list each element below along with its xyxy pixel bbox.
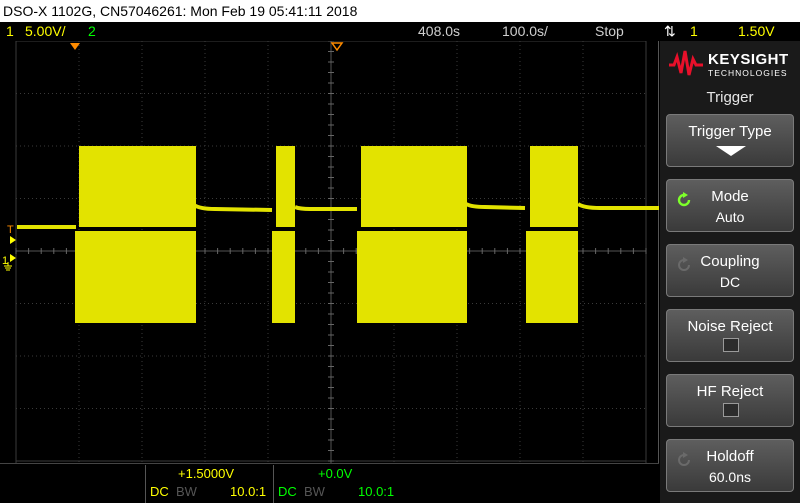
trigger-channel: 1 [690,23,698,39]
menu-title: Trigger [706,89,754,106]
ch1-info[interactable]: +1.5000V DC BW 10.0:1 [145,465,273,503]
window-title: DSO-X 1102G, CN57046261: Mon Feb 19 05:4… [0,0,800,22]
timebase-readout: 100.0s/ [502,23,548,39]
status-bar: 1 5.00V/ 2 408.0s 100.0s/ Stop ⇅ 1 1.50V [0,22,800,41]
softkey-label: Holdoff [706,448,754,465]
waveform-display[interactable]: T 1 [0,41,659,463]
softkey-trigger-type[interactable]: Trigger Type [666,114,794,167]
softkey-label: HF Reject [696,383,764,400]
ch2-coupling: DC [278,484,297,499]
noise-reject-checkbox[interactable] [723,338,739,352]
softkey-noise-reject[interactable]: Noise Reject [666,309,794,362]
ch2-info[interactable]: +0.0V DC BW 10.0:1 [273,465,401,503]
trigger-level-arrow-icon [10,236,16,244]
softkey-value: 60.0ns [708,469,752,485]
delay-readout: 408.0s [418,23,461,39]
trace-baseline [192,203,273,212]
ch1-ground-arrow-icon [10,254,16,262]
ch1-probe: 10.0:1 [230,484,267,499]
ch1-coupling: DC [150,484,169,499]
brand-name: KEYSIGHT [708,51,789,68]
trigger-edge-icon: ⇅ [664,23,676,39]
softkey-value: DC [719,274,741,290]
brand-sub: TECHNOLOGIES [708,68,788,78]
keysight-wave-icon [669,50,703,76]
ch1-offset: +1.5000V [178,466,235,481]
ch1-scale[interactable]: 5.00V/ [25,22,65,41]
trace-burst [361,216,467,227]
softkey-coupling[interactable]: Coupling DC [666,244,794,297]
delay-marker-icon [70,43,80,50]
trace-burst [361,146,467,221]
trace-burst [530,216,578,227]
trace-burst [276,146,295,221]
dropdown-arrow-icon [716,146,746,156]
softkey-label: Noise Reject [687,318,773,335]
trace-burst [79,146,196,221]
ch2-number[interactable]: 2 [88,22,96,41]
ch1-trace [17,146,659,323]
run-state: Stop [595,23,624,39]
softkey-mode[interactable]: Mode Auto [666,179,794,232]
trace-burst [272,231,295,323]
trace-baseline [465,202,526,210]
trace-burst [79,216,196,227]
softkey-label: Trigger Type [688,123,772,140]
trace-burst [526,231,578,323]
waveform-svg: T 1 [2,41,659,463]
trigger-position-icon [330,42,344,52]
trigger-level: 1.50V [738,23,775,39]
softkey-label: Mode [711,188,749,205]
trace-baseline [294,205,357,211]
ch1-ground-marker: 1 [2,255,8,267]
ch2-bw: BW [304,484,325,499]
trace-burst [276,216,295,227]
trigger-level-marker: T [7,224,14,236]
trace-baseline [576,202,659,210]
ch1-bw: BW [176,484,197,499]
softkey-label: Coupling [700,253,760,270]
channel-info-bar: +1.5000V DC BW 10.0:1 +0.0V DC BW 10.0:1 [0,463,659,503]
hf-reject-checkbox[interactable] [723,403,739,417]
ch1-number[interactable]: 1 [6,22,14,41]
keysight-logo: KEYSIGHT TECHNOLOGIES [660,41,800,85]
trace-burst [530,146,578,221]
softkey-hf-reject[interactable]: HF Reject [666,374,794,427]
ch2-probe: 10.0:1 [358,484,395,499]
trace-burst [75,231,196,323]
softkey-panel: KEYSIGHT TECHNOLOGIES Trigger Trigger Ty… [660,41,800,503]
softkey-holdoff[interactable]: Holdoff 60.0ns [666,439,794,492]
softkey-value: Auto [715,209,745,225]
trace-burst [357,231,467,323]
ch2-offset: +0.0V [318,466,353,481]
